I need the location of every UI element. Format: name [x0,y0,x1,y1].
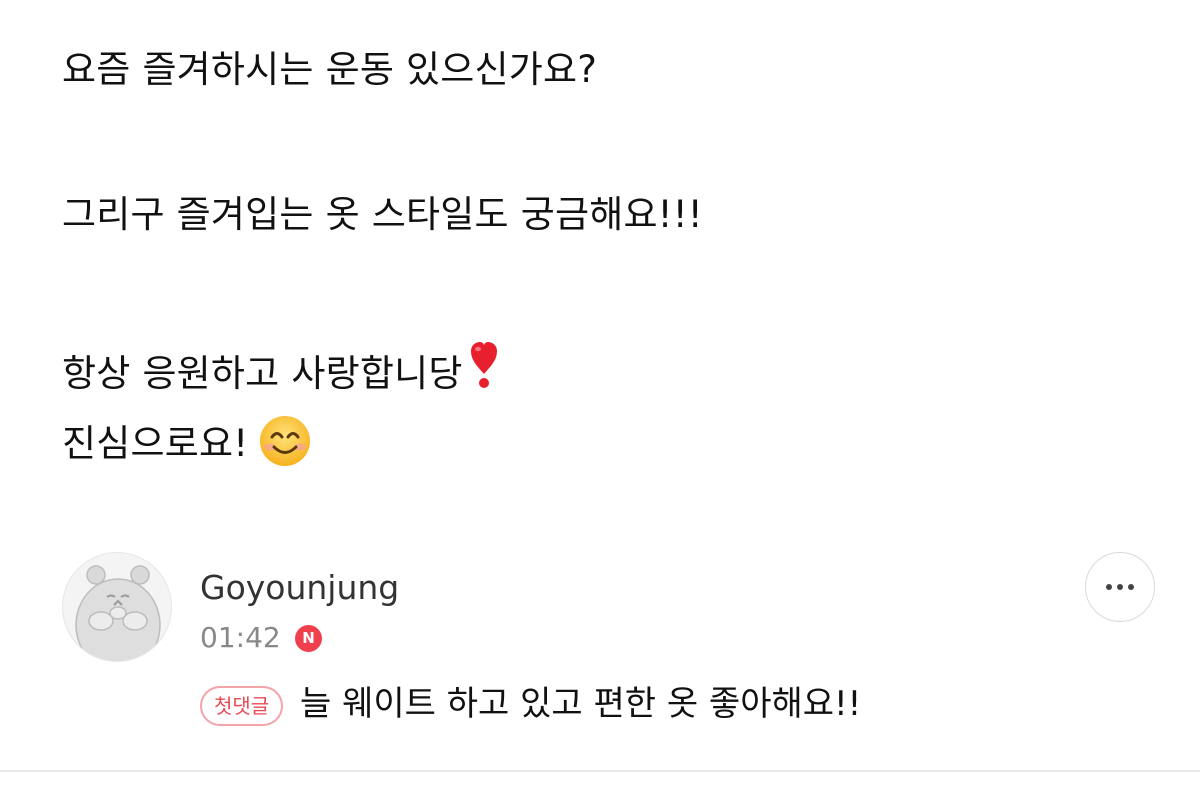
post-line-2-text: 그리구 즐겨입는 옷 스타일도 궁금해요!!! [62,193,703,236]
post-line-3: 항상 응원하고 사랑합니당 [62,340,499,400]
more-options-button[interactable] [1085,552,1155,622]
hamster-avatar-icon [75,565,161,661]
post-line-4-text: 진심으로요! [62,422,249,465]
post-line-2: 그리구 즐겨입는 옷 스타일도 궁금해요!!! [62,193,703,237]
comment-time: 01:42 [200,621,281,654]
new-badge: N [295,625,322,652]
comment-author[interactable]: Goyounjung [200,568,399,608]
post-line-3-text: 항상 응원하고 사랑합니당 [62,352,463,395]
post-line-4: 진심으로요! [62,414,312,478]
comment-text: 늘 웨이트 하고 있고 편한 옷 좋아해요!! [300,684,862,724]
post-line-1-text: 요즘 즐겨하시는 운동 있으신가요? [62,48,598,91]
commenter-avatar[interactable] [62,552,172,662]
smiling-face-emoji [258,414,312,478]
more-dots-icon [1106,584,1134,590]
first-comment-badge: 첫댓글 [200,686,284,726]
post-line-1: 요즘 즐겨하시는 운동 있으신가요? [62,48,597,92]
divider [0,770,1200,772]
red-exclamation-heart-emoji [469,340,499,400]
